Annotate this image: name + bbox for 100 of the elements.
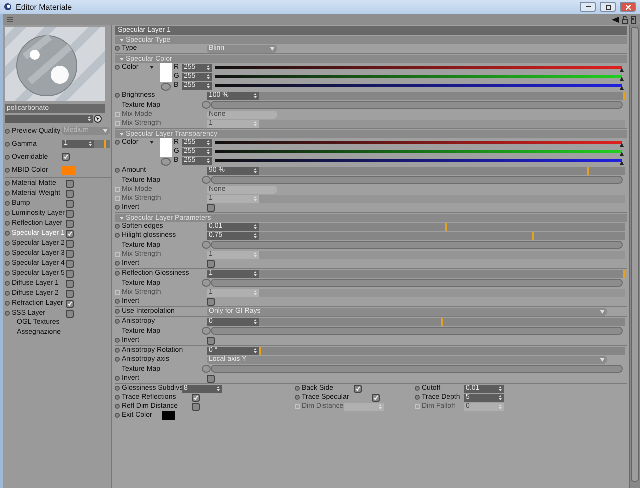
checkbox[interactable]: [207, 374, 215, 382]
keyframe-dot-icon[interactable]: [5, 128, 10, 134]
keyframe-dot-icon[interactable]: [115, 395, 120, 400]
texture-button[interactable]: [202, 365, 211, 373]
keyframe-dot-icon[interactable]: [115, 404, 120, 409]
keyframe-dot-icon[interactable]: [115, 205, 120, 210]
keyframe-dot-icon[interactable]: [5, 301, 10, 306]
checkbox[interactable]: [66, 240, 74, 248]
checkbox[interactable]: [207, 336, 215, 344]
keyframe-dot-icon[interactable]: [115, 140, 120, 145]
keyframe-dot-icon[interactable]: [5, 168, 10, 172]
keyframe-dot-icon[interactable]: [115, 376, 120, 381]
slider-thumb[interactable]: [620, 77, 624, 81]
channel-slider-track[interactable]: [215, 150, 622, 153]
slider-thumb[interactable]: [620, 86, 624, 90]
keyframe-dot-icon[interactable]: [115, 386, 120, 391]
keyframe-dot-icon[interactable]: [5, 201, 10, 206]
pin-icon[interactable]: [631, 16, 636, 24]
channel-slider-track[interactable]: [215, 66, 622, 69]
keyframe-dot-icon[interactable]: [5, 221, 10, 226]
keyframe-dot-icon[interactable]: [115, 93, 120, 98]
checkbox[interactable]: [66, 280, 74, 288]
keyframe-dot-icon[interactable]: [115, 338, 120, 343]
spinner-arrows-icon[interactable]: [217, 386, 220, 392]
caret-down-icon[interactable]: [150, 141, 154, 144]
color-picker-button[interactable]: [161, 83, 171, 91]
cursor-arrow-icon[interactable]: [94, 115, 102, 123]
scrollbar[interactable]: [629, 25, 640, 488]
keyframe-dot-icon[interactable]: [5, 291, 10, 296]
spinner-arrows-icon[interactable]: [499, 394, 502, 400]
spinner-arrows-icon[interactable]: [254, 318, 257, 324]
spinner-arrows-icon[interactable]: [499, 386, 502, 392]
texture-button[interactable]: [202, 279, 211, 287]
spinner-arrows-icon[interactable]: [207, 82, 210, 88]
checkbox[interactable]: [66, 190, 74, 198]
texture-button[interactable]: [202, 241, 211, 249]
keyframe-dot-icon[interactable]: [5, 311, 10, 316]
keyframe-dot-icon[interactable]: [5, 281, 10, 286]
checkbox[interactable]: [66, 200, 74, 208]
spinner-arrows-icon[interactable]: [207, 158, 210, 164]
checkbox[interactable]: [66, 180, 74, 188]
keyframe-dot-icon[interactable]: [5, 142, 10, 146]
keyframe-dot-icon[interactable]: [115, 413, 120, 418]
checkbox[interactable]: [354, 384, 362, 392]
spinner-arrows-icon[interactable]: [254, 168, 257, 174]
keyframe-dot-icon[interactable]: [5, 271, 10, 276]
slider-thumb[interactable]: [586, 166, 589, 174]
keyframe-dot-icon[interactable]: [115, 309, 120, 314]
checkbox[interactable]: [62, 153, 70, 161]
keyframe-dot-icon[interactable]: [5, 231, 10, 236]
channel-slider-track[interactable]: [215, 84, 622, 87]
keyframe-dot-icon[interactable]: [415, 386, 420, 391]
checkbox[interactable]: [192, 402, 200, 410]
checkbox[interactable]: [66, 260, 74, 268]
checkbox[interactable]: [66, 300, 74, 308]
checkbox[interactable]: [66, 220, 74, 228]
checkbox[interactable]: [66, 310, 74, 318]
keyframe-dot-icon[interactable]: [295, 386, 300, 391]
close-button[interactable]: [620, 2, 636, 12]
spinner-arrows-icon[interactable]: [88, 116, 91, 122]
color-picker-button[interactable]: [161, 158, 171, 166]
keyframe-dot-icon[interactable]: [115, 319, 120, 324]
keyframe-dot-icon[interactable]: [115, 46, 120, 51]
spinner-arrows-icon[interactable]: [254, 348, 257, 354]
slider-thumb[interactable]: [620, 161, 624, 165]
keyframe-dot-icon[interactable]: [115, 168, 120, 173]
slider-thumb[interactable]: [620, 143, 624, 147]
checkbox[interactable]: [66, 230, 74, 238]
channel-slider-track[interactable]: [215, 75, 622, 78]
checkbox[interactable]: [372, 394, 380, 402]
slider-thumb[interactable]: [444, 222, 447, 230]
texture-button[interactable]: [202, 327, 211, 335]
checkbox[interactable]: [66, 250, 74, 258]
color-swatch[interactable]: [62, 166, 75, 174]
spinner-arrows-icon[interactable]: [207, 148, 210, 154]
slider-thumb[interactable]: [620, 152, 624, 156]
keyframe-dot-icon[interactable]: [415, 395, 420, 400]
keyframe-dot-icon[interactable]: [115, 65, 120, 70]
checkbox[interactable]: [192, 394, 200, 402]
spinner-arrows-icon[interactable]: [89, 141, 92, 147]
menu-grip-icon[interactable]: [7, 16, 13, 22]
spinner-arrows-icon[interactable]: [254, 224, 257, 230]
checkbox[interactable]: [66, 270, 74, 278]
checkbox[interactable]: [66, 290, 74, 298]
keyframe-dot-icon[interactable]: [5, 251, 10, 256]
spinner-arrows-icon[interactable]: [207, 74, 210, 80]
keyframe-dot-icon[interactable]: [5, 191, 10, 196]
maximize-button[interactable]: [600, 2, 616, 12]
color-swatch[interactable]: [160, 63, 172, 82]
scrollbar-thumb[interactable]: [631, 27, 639, 482]
keyframe-dot-icon[interactable]: [115, 261, 120, 266]
spinner-arrows-icon[interactable]: [254, 232, 257, 238]
checkbox[interactable]: [207, 204, 215, 212]
caret-down-icon[interactable]: [150, 66, 154, 69]
checkbox[interactable]: [207, 298, 215, 306]
lock-icon[interactable]: [622, 16, 628, 24]
channel-slider-track[interactable]: [215, 159, 622, 162]
keyframe-dot-icon[interactable]: [115, 299, 120, 304]
texture-button[interactable]: [202, 176, 211, 184]
keyframe-dot-icon[interactable]: [5, 181, 10, 186]
